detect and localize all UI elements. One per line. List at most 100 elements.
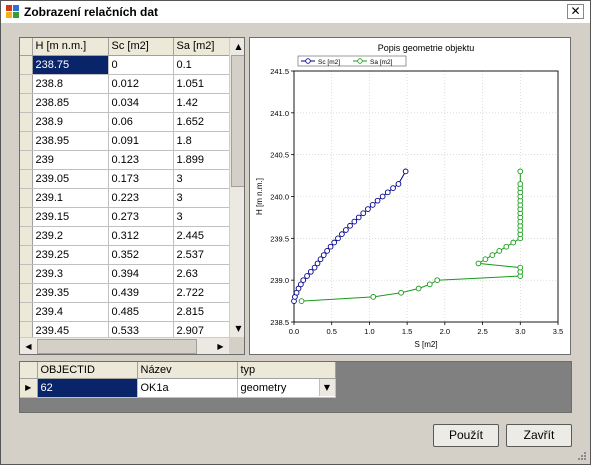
sc-cell[interactable]: 0.223 [108,188,174,208]
sa-cell[interactable]: 0.1 [173,55,230,75]
sc-cell[interactable]: 0.485 [108,302,174,322]
row-header[interactable] [20,93,33,113]
sa-cell[interactable]: 1.899 [173,150,230,170]
object-grid[interactable]: OBJECTID Název typ ▶ 62 OK1a geometry ▼ [19,361,572,413]
h-cell[interactable]: 239.35 [32,283,109,303]
vertical-scroll-thumb[interactable] [231,55,244,187]
column-header-nazev[interactable]: Název [137,362,238,379]
h-cell[interactable]: 239.1 [32,188,109,208]
column-header-sa[interactable]: Sa [m2] [173,38,230,56]
data-point-series-2 [298,298,305,304]
sa-cell[interactable]: 2.815 [173,302,230,322]
x-tick-label: 2.0 [440,327,450,336]
sc-cell[interactable]: 0.06 [108,112,174,132]
sc-cell[interactable]: 0.012 [108,74,174,94]
sa-cell[interactable]: 1.42 [173,93,230,113]
h-cell[interactable]: 239 [32,150,109,170]
table-row[interactable]: 239 0.123 1.899 [20,150,230,170]
table-row[interactable]: 239.35 0.439 2.722 [20,283,230,303]
x-tick-label: 3.0 [515,327,525,336]
sa-cell[interactable]: 3 [173,207,230,227]
table-row[interactable]: 239.1 0.223 3 [20,188,230,208]
sa-cell[interactable]: 2.537 [173,245,230,265]
table-row[interactable]: 239.3 0.394 2.63 [20,264,230,284]
table-row[interactable]: ▶ 62 OK1a geometry ▼ [20,378,336,398]
sa-cell[interactable]: 2.722 [173,283,230,303]
table-row[interactable]: 238.85 0.034 1.42 [20,93,230,113]
h-cell[interactable]: 239.2 [32,226,109,246]
sc-cell[interactable]: 0.091 [108,131,174,151]
table-row[interactable]: 239.05 0.173 3 [20,169,230,189]
table-row[interactable]: 238.9 0.06 1.652 [20,112,230,132]
table-row[interactable]: 239.15 0.273 3 [20,207,230,227]
typ-cell[interactable]: geometry ▼ [237,378,336,398]
sc-cell[interactable]: 0.123 [108,150,174,170]
relational-data-grid[interactable]: H [m n.m.] Sc [m2] Sa [m2] 238.75 0 0.1 238… [19,37,245,355]
sc-cell[interactable]: 0.439 [108,283,174,303]
row-header[interactable] [20,112,33,132]
row-header[interactable] [20,302,33,322]
sc-cell[interactable]: 0.352 [108,245,174,265]
sc-cell[interactable]: 0.034 [108,93,174,113]
row-header[interactable] [20,150,33,170]
table-row[interactable]: 238.75 0 0.1 [20,55,230,75]
sa-cell[interactable]: 3 [173,169,230,189]
table-row[interactable]: 239.4 0.485 2.815 [20,302,230,322]
row-header[interactable] [20,245,33,265]
h-cell[interactable]: 239.25 [32,245,109,265]
objectid-cell[interactable]: 62 [37,378,138,398]
h-cell[interactable]: 238.75 [32,55,109,75]
object-table: OBJECTID Název typ ▶ 62 OK1a geometry ▼ [20,362,336,398]
horizontal-scroll-thumb[interactable] [37,339,197,354]
h-cell[interactable]: 239.4 [32,302,109,322]
h-cell[interactable]: 238.8 [32,74,109,94]
column-header-sc[interactable]: Sc [m2] [108,38,174,56]
row-header[interactable] [20,74,33,94]
nazev-cell[interactable]: OK1a [137,378,238,398]
horizontal-scrollbar[interactable]: ◀ ▶ [20,337,229,354]
scroll-up-icon[interactable]: ▲ [230,38,244,55]
sa-cell[interactable]: 2.445 [173,226,230,246]
scroll-right-icon[interactable]: ▶ [212,338,229,354]
close-button[interactable]: Zavřít [506,424,572,447]
column-header-objectid[interactable]: OBJECTID [37,362,138,379]
table-row[interactable]: 238.95 0.091 1.8 [20,131,230,151]
vertical-scrollbar[interactable]: ▲ ▼ [229,38,244,337]
column-header-typ[interactable]: typ [237,362,336,379]
row-header[interactable] [20,283,33,303]
row-header[interactable] [20,131,33,151]
sc-cell[interactable]: 0 [108,55,174,75]
table-row[interactable]: 239.25 0.352 2.537 [20,245,230,265]
sc-cell[interactable]: 0.312 [108,226,174,246]
sc-cell[interactable]: 0.273 [108,207,174,227]
row-header[interactable] [20,169,33,189]
h-cell[interactable]: 238.85 [32,93,109,113]
row-header[interactable] [20,226,33,246]
apply-button[interactable]: Použít [433,424,499,447]
row-header[interactable] [20,264,33,284]
sa-cell[interactable]: 1.051 [173,74,230,94]
h-cell[interactable]: 238.9 [32,112,109,132]
sa-cell[interactable]: 1.8 [173,131,230,151]
h-cell[interactable]: 239.15 [32,207,109,227]
row-header[interactable] [20,188,33,208]
sa-cell[interactable]: 2.63 [173,264,230,284]
table-row[interactable]: 238.8 0.012 1.051 [20,74,230,94]
close-icon[interactable]: ✕ [567,4,584,19]
sc-cell[interactable]: 0.173 [108,169,174,189]
table-row[interactable]: 239.2 0.312 2.445 [20,226,230,246]
h-cell[interactable]: 239.05 [32,169,109,189]
sa-cell[interactable]: 3 [173,188,230,208]
sc-cell[interactable]: 0.394 [108,264,174,284]
h-cell[interactable]: 239.3 [32,264,109,284]
column-header-h[interactable]: H [m n.m.] [32,38,109,56]
sa-cell[interactable]: 1.652 [173,112,230,132]
h-cell[interactable]: 238.95 [32,131,109,151]
scroll-left-icon[interactable]: ◀ [20,338,37,354]
dropdown-arrow-icon[interactable]: ▼ [318,378,335,396]
typ-combobox[interactable]: geometry ▼ [238,378,335,397]
resize-grip-icon[interactable] [576,450,587,461]
scroll-down-icon[interactable]: ▼ [230,320,244,337]
row-header[interactable] [20,207,33,227]
row-header[interactable] [20,55,33,75]
